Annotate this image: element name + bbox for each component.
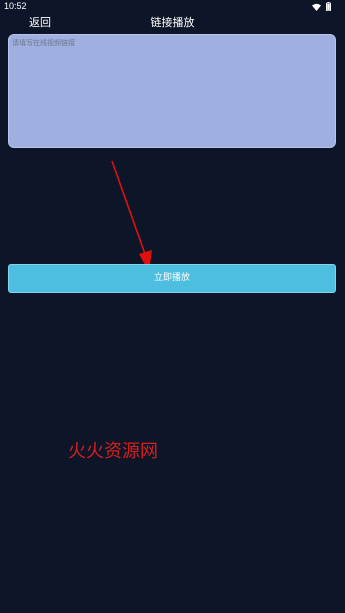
status-icons <box>312 2 331 11</box>
screen: 10:52 返回 链接播放 立即播放 火火资源网 <box>0 0 345 613</box>
header: 返回 链接播放 <box>0 12 345 32</box>
battery-icon <box>326 2 331 11</box>
watermark: 火火资源网 <box>68 441 158 462</box>
status-bar: 10:52 <box>0 0 345 12</box>
play-button[interactable]: 立即播放 <box>8 264 336 293</box>
link-input[interactable] <box>8 34 336 148</box>
page-title: 链接播放 <box>150 16 195 29</box>
wifi-icon <box>312 3 321 11</box>
status-time: 10:52 <box>4 1 27 11</box>
